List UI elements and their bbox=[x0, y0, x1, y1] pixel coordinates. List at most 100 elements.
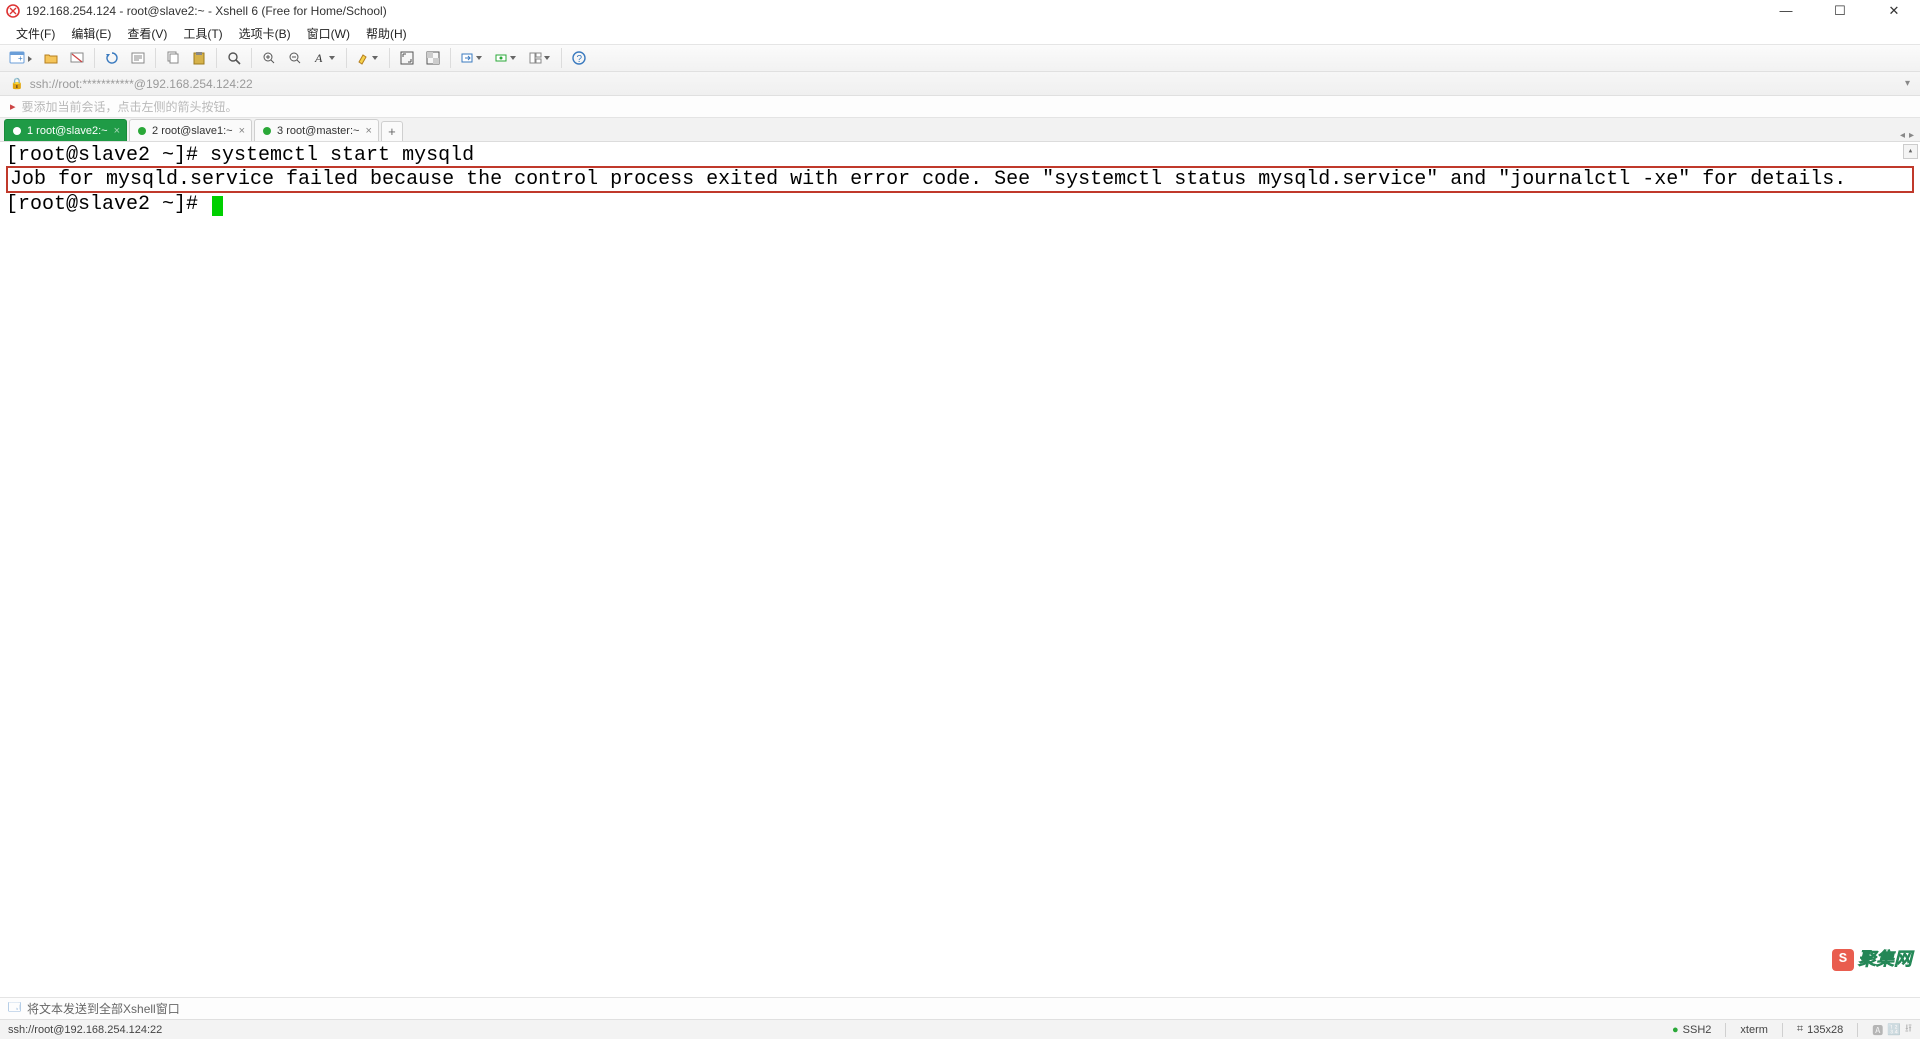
tab-session-1[interactable]: 1 root@slave2:~ × bbox=[4, 119, 127, 141]
prompt-text: [root@slave2 ~]# bbox=[6, 193, 210, 216]
paste-icon[interactable] bbox=[188, 47, 210, 69]
fullscreen-icon[interactable] bbox=[396, 47, 418, 69]
scroll-lock-icon: ⭿ bbox=[1905, 1020, 1912, 1039]
status-connection: ssh://root@192.168.254.124:22 bbox=[8, 1024, 162, 1036]
tab-label: 3 root@master:~ bbox=[277, 125, 359, 137]
menu-tools[interactable]: 工具(T) bbox=[175, 23, 230, 44]
app-icon bbox=[6, 4, 20, 18]
status-dot-icon bbox=[263, 127, 271, 135]
lock-indicators: 🅰 🔢 ⭿ bbox=[1872, 1020, 1912, 1039]
highlight-icon[interactable] bbox=[353, 47, 383, 69]
status-term-type: xterm bbox=[1740, 1024, 1768, 1036]
new-session-icon[interactable]: + bbox=[6, 47, 36, 69]
error-highlight-box: Job for mysqld.service failed because th… bbox=[6, 166, 1914, 193]
tab-label: 2 root@slave1:~ bbox=[152, 125, 233, 137]
toolbar-separator bbox=[216, 48, 217, 68]
term-line-error: Job for mysqld.service failed because th… bbox=[10, 168, 1910, 191]
num-lock-icon: 🔢 bbox=[1887, 1023, 1901, 1036]
menu-view[interactable]: 查看(V) bbox=[119, 23, 175, 44]
cursor-block bbox=[212, 196, 223, 216]
tab-scroll-left-icon[interactable]: ◂ bbox=[1900, 130, 1905, 141]
toolbar-separator bbox=[251, 48, 252, 68]
reconnect-icon[interactable] bbox=[101, 47, 123, 69]
address-text: ssh://root:***********@192.168.254.124:2… bbox=[30, 77, 253, 91]
status-dot-icon bbox=[13, 127, 21, 135]
toolbar-separator bbox=[155, 48, 156, 68]
disconnect-icon[interactable] bbox=[66, 47, 88, 69]
tab-add-button[interactable]: + bbox=[381, 121, 403, 141]
window-controls: — ☐ ✕ bbox=[1772, 3, 1914, 19]
broadcast-text: 将文本发送到全部Xshell窗口 bbox=[27, 1000, 180, 1017]
address-dropdown-icon[interactable]: ▾ bbox=[1905, 78, 1910, 89]
watermark: S 聚集网 bbox=[1832, 948, 1912, 971]
toolbar-separator bbox=[389, 48, 390, 68]
tab-close-icon[interactable]: × bbox=[108, 125, 120, 137]
tab-close-icon[interactable]: × bbox=[233, 125, 245, 137]
status-right-group: ● SSH2 xterm ⌗ 135x28 🅰 🔢 ⭿ bbox=[1672, 1020, 1912, 1039]
menu-help[interactable]: 帮助(H) bbox=[358, 23, 415, 44]
transparency-icon[interactable] bbox=[422, 47, 444, 69]
term-line-prompt: [root@slave2 ~]# bbox=[6, 193, 1914, 216]
minimize-button[interactable]: — bbox=[1772, 3, 1800, 19]
svg-text:A: A bbox=[314, 51, 323, 65]
status-divider bbox=[1725, 1023, 1726, 1037]
open-icon[interactable] bbox=[40, 47, 62, 69]
session-hint-bar: ▸ 要添加当前会话，点击左侧的箭头按钮。 bbox=[0, 96, 1920, 118]
tab-session-3[interactable]: 3 root@master:~ × bbox=[254, 119, 379, 141]
term-line-command: [root@slave2 ~]# systemctl start mysqld bbox=[6, 144, 1914, 167]
tab-label: 1 root@slave2:~ bbox=[27, 125, 108, 137]
svg-text:?: ? bbox=[577, 54, 583, 65]
tab-bar: 1 root@slave2:~ × 2 root@slave1:~ × 3 ro… bbox=[0, 118, 1920, 142]
transfer-icon[interactable] bbox=[457, 47, 487, 69]
size-icon: ⌗ bbox=[1797, 1023, 1803, 1036]
window-titlebar: 192.168.254.124 - root@slave2:~ - Xshell… bbox=[0, 0, 1920, 22]
tab-scroll-controls: ◂ ▸ bbox=[1900, 130, 1920, 141]
status-protocol-group: ● SSH2 bbox=[1672, 1024, 1711, 1036]
caps-lock-icon: 🅰 bbox=[1872, 1022, 1883, 1038]
tab-session-2[interactable]: 2 root@slave1:~ × bbox=[129, 119, 252, 141]
maximize-button[interactable]: ☐ bbox=[1826, 3, 1854, 19]
find-icon[interactable] bbox=[223, 47, 245, 69]
menu-edit[interactable]: 编辑(E) bbox=[63, 23, 119, 44]
help-icon[interactable]: ? bbox=[568, 47, 590, 69]
close-button[interactable]: ✕ bbox=[1880, 3, 1908, 19]
menu-window[interactable]: 窗口(W) bbox=[299, 23, 358, 44]
status-divider bbox=[1782, 1023, 1783, 1037]
menu-tabs[interactable]: 选项卡(B) bbox=[231, 23, 299, 44]
tab-scroll-right-icon[interactable]: ▸ bbox=[1909, 130, 1914, 141]
status-bar: ssh://root@192.168.254.124:22 ● SSH2 xte… bbox=[0, 1019, 1920, 1039]
toolbar-separator bbox=[346, 48, 347, 68]
menu-bar: 文件(F) 编辑(E) 查看(V) 工具(T) 选项卡(B) 窗口(W) 帮助(… bbox=[0, 22, 1920, 44]
lock-icon: 🔒 bbox=[10, 77, 24, 90]
tab-close-icon[interactable]: × bbox=[359, 125, 371, 137]
status-protocol: SSH2 bbox=[1683, 1024, 1712, 1036]
tunnel-icon[interactable] bbox=[491, 47, 521, 69]
status-divider bbox=[1857, 1023, 1858, 1037]
layout-icon[interactable] bbox=[525, 47, 555, 69]
toolbar-separator bbox=[561, 48, 562, 68]
address-bar[interactable]: 🔒 ssh://root:***********@192.168.254.124… bbox=[0, 72, 1920, 96]
window-title: 192.168.254.124 - root@slave2:~ - Xshell… bbox=[26, 4, 387, 18]
toolbar: + A ? bbox=[0, 44, 1920, 72]
zoom-in-icon[interactable] bbox=[258, 47, 280, 69]
status-size-group: ⌗ 135x28 bbox=[1797, 1023, 1843, 1036]
zoom-out-icon[interactable] bbox=[284, 47, 306, 69]
scroll-up-icon[interactable]: ▴ bbox=[1903, 144, 1918, 159]
properties-icon[interactable] bbox=[127, 47, 149, 69]
copy-icon[interactable] bbox=[162, 47, 184, 69]
terminal-pane[interactable]: ▴ [root@slave2 ~]# systemctl start mysql… bbox=[0, 142, 1920, 997]
toolbar-separator bbox=[450, 48, 451, 68]
status-dot-icon bbox=[138, 127, 146, 135]
svg-text:+: + bbox=[18, 54, 23, 63]
broadcast-bar[interactable]: 🗔 将文本发送到全部Xshell窗口 bbox=[0, 997, 1920, 1019]
font-icon[interactable]: A bbox=[310, 47, 340, 69]
broadcast-icon: 🗔 bbox=[8, 998, 21, 1019]
toolbar-separator bbox=[94, 48, 95, 68]
watermark-badge-icon: S bbox=[1832, 949, 1854, 971]
arrow-flag-icon[interactable]: ▸ bbox=[10, 100, 16, 113]
status-size: 135x28 bbox=[1807, 1024, 1843, 1036]
session-hint-text: 要添加当前会话，点击左侧的箭头按钮。 bbox=[22, 98, 238, 115]
connection-ok-icon: ● bbox=[1672, 1024, 1679, 1036]
watermark-text: 聚集网 bbox=[1858, 948, 1912, 971]
menu-file[interactable]: 文件(F) bbox=[8, 23, 63, 44]
